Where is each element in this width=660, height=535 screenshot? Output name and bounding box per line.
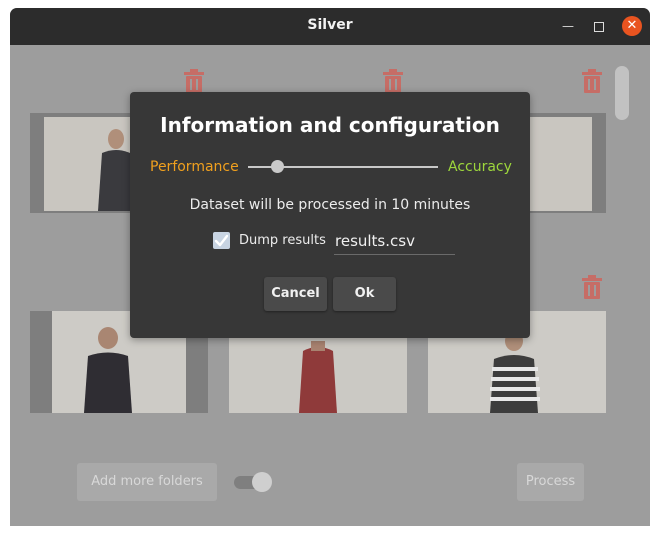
dump-results-checkbox[interactable]: [213, 232, 230, 249]
titlebar: Silver — ✕: [10, 8, 650, 45]
dump-results-label: Dump results: [239, 233, 326, 248]
toggle-knob: [252, 472, 272, 492]
window-title: Silver: [307, 17, 353, 33]
add-folders-button[interactable]: Add more folders: [77, 463, 217, 501]
accuracy-label: Accuracy: [448, 159, 512, 175]
performance-label: Performance: [150, 159, 239, 175]
scrollbar-thumb[interactable]: [615, 66, 629, 120]
config-dialog: Information and configuration Performanc…: [130, 92, 530, 338]
process-button[interactable]: Process: [517, 463, 584, 501]
trash-icon[interactable]: [382, 68, 404, 94]
minimize-icon[interactable]: —: [559, 17, 577, 35]
dialog-title: Information and configuration: [160, 113, 500, 137]
trash-icon[interactable]: [183, 68, 205, 94]
cancel-button[interactable]: Cancel: [264, 277, 327, 311]
mode-toggle[interactable]: [234, 472, 272, 492]
close-icon[interactable]: ✕: [622, 16, 642, 36]
filename-input[interactable]: [334, 228, 455, 255]
maximize-icon[interactable]: [590, 17, 608, 35]
quality-slider[interactable]: [248, 158, 438, 176]
processing-estimate: Dataset will be processed in 10 minutes: [189, 197, 471, 213]
trash-icon[interactable]: [581, 68, 603, 94]
slider-handle[interactable]: [271, 160, 284, 173]
trash-icon[interactable]: [581, 274, 603, 300]
ok-button[interactable]: Ok: [333, 277, 396, 311]
checkmark-icon: [214, 234, 229, 247]
